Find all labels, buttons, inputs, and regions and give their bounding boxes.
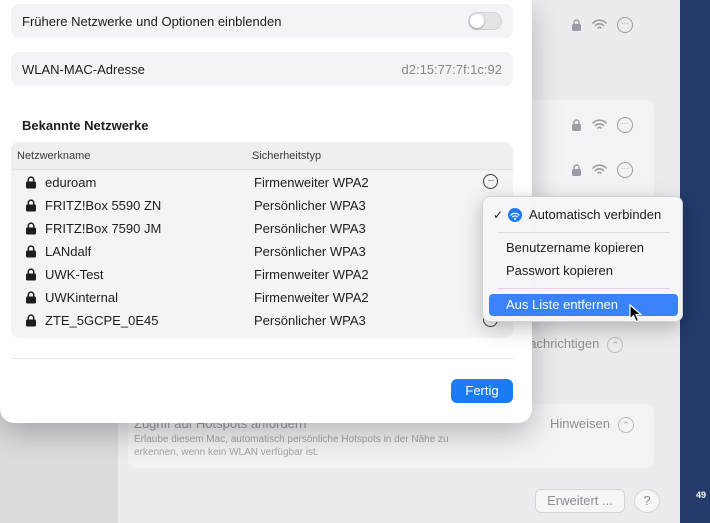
- notifications-label: nachrichtigen: [522, 336, 600, 351]
- network-name: FRITZ!Box 5590 ZN: [45, 198, 162, 213]
- menu-item-auto-connect[interactable]: ✓ Automatisch verbinden: [489, 204, 678, 226]
- notifications-setting[interactable]: nachrichtigen ⌃: [522, 336, 624, 353]
- checkmark-icon: ✓: [493, 208, 504, 222]
- security-type: Firmenweiter WPA2: [254, 267, 369, 282]
- security-type: Persönlicher WPA3: [254, 221, 366, 236]
- security-type: Persönlicher WPA3: [254, 198, 366, 213]
- security-type: Persönlicher WPA3: [254, 244, 366, 259]
- table-row[interactable]: FRITZ!Box 5590 ZN Persönlicher WPA3: [11, 194, 513, 217]
- network-name: LANdalf: [45, 244, 92, 259]
- table-row[interactable]: UWKinternal Firmenweiter WPA2: [11, 286, 513, 309]
- dock-badge: 49: [695, 490, 706, 500]
- done-button[interactable]: Fertig: [451, 379, 513, 403]
- table-row[interactable]: eduroam Firmenweiter WPA2 ···: [11, 171, 513, 194]
- lock-icon: [26, 222, 36, 235]
- security-type: Firmenweiter WPA2: [254, 175, 369, 190]
- mac-address-value: d2:15:77:7f:1c:92: [401, 61, 502, 77]
- known-networks-title: Bekannte Netzwerke: [22, 118, 149, 133]
- wifi-icon: [592, 19, 607, 29]
- table-row[interactable]: UWK-Test Firmenweiter WPA2: [11, 263, 513, 286]
- lock-icon: [572, 18, 581, 31]
- column-header-name[interactable]: Netzwerkname: [17, 150, 90, 162]
- help-button[interactable]: ?: [634, 489, 660, 513]
- network-name: ZTE_5GCPE_0E45: [45, 313, 159, 328]
- menu-separator: [497, 288, 670, 289]
- advanced-button[interactable]: Erweitert ...: [535, 489, 625, 513]
- lock-icon: [572, 118, 581, 131]
- lock-icon: [26, 176, 36, 189]
- network-context-menu: ✓ Automatisch verbinden Benutzername kop…: [482, 196, 683, 322]
- hotspot-setting[interactable]: Hinweisen ⌃: [550, 416, 634, 433]
- table-row[interactable]: FRITZ!Box 7590 JM Persönlicher WPA3: [11, 217, 513, 240]
- security-type: Persönlicher WPA3: [254, 313, 366, 328]
- stepper-icon: ⌃: [617, 416, 634, 433]
- menu-item-copy-username[interactable]: Benutzername kopieren: [489, 237, 678, 259]
- more-icon[interactable]: ···: [617, 162, 633, 178]
- more-icon[interactable]: ···: [617, 117, 633, 133]
- network-name: UWK-Test: [45, 267, 104, 282]
- network-name: UWKinternal: [45, 290, 118, 305]
- wifi-icon: [508, 208, 522, 222]
- lock-icon: [26, 314, 36, 327]
- column-header-security[interactable]: Sicherheitstyp: [252, 150, 321, 162]
- menu-item-label: Automatisch verbinden: [529, 207, 662, 222]
- more-icon[interactable]: ···: [617, 17, 633, 33]
- stepper-icon: ⌃: [607, 336, 624, 353]
- lock-icon: [26, 245, 36, 258]
- legacy-networks-row: Frühere Netzwerke und Optionen einblende…: [11, 4, 513, 38]
- wifi-icon: [592, 164, 607, 174]
- known-networks-table: Netzwerkname Sicherheitstyp eduroam Firme…: [11, 142, 513, 338]
- mac-address-row: WLAN-MAC-Adresse d2:15:77:7f:1c:92: [11, 52, 513, 86]
- menu-item-remove-from-list[interactable]: Aus Liste entfernen: [489, 294, 678, 316]
- lock-icon: [572, 163, 581, 176]
- hotspot-value: Hinweisen: [550, 416, 610, 431]
- wifi-icon: [592, 119, 607, 129]
- table-row[interactable]: ZTE_5GCPE_0E45Persönlicher WPA3···: [11, 309, 513, 332]
- security-type: Firmenweiter WPA2: [254, 290, 369, 305]
- network-row-icons: ···: [571, 117, 633, 133]
- network-row-icons: ···: [571, 162, 633, 178]
- menu-separator: [497, 232, 670, 233]
- mac-address-label: WLAN-MAC-Adresse: [22, 61, 145, 77]
- legacy-networks-label: Frühere Netzwerke und Optionen einblende…: [22, 13, 282, 29]
- network-row-icons: ···: [571, 17, 633, 33]
- table-row[interactable]: LANdalf Persönlicher WPA3: [11, 240, 513, 263]
- menu-item-copy-password[interactable]: Passwort kopieren: [489, 260, 678, 282]
- hotspot-description-2: erkennen, wenn kein WLAN verfügbar ist.: [134, 447, 319, 458]
- wifi-details-sheet: Frühere Netzwerke und Optionen einblende…: [0, 0, 532, 423]
- lock-icon: [26, 199, 36, 212]
- lock-icon: [26, 268, 36, 281]
- hotspot-description-1: Erlaube diesem Mac, automatisch persönli…: [134, 434, 449, 445]
- mouse-cursor-icon: [629, 304, 643, 323]
- legacy-networks-toggle[interactable]: [468, 12, 502, 30]
- lock-icon: [26, 291, 36, 304]
- network-name: FRITZ!Box 7590 JM: [45, 221, 162, 236]
- divider: [11, 358, 513, 359]
- table-header: Netzwerkname Sicherheitstyp: [11, 142, 513, 170]
- network-name: eduroam: [45, 175, 97, 190]
- more-options-icon[interactable]: ···: [483, 174, 498, 189]
